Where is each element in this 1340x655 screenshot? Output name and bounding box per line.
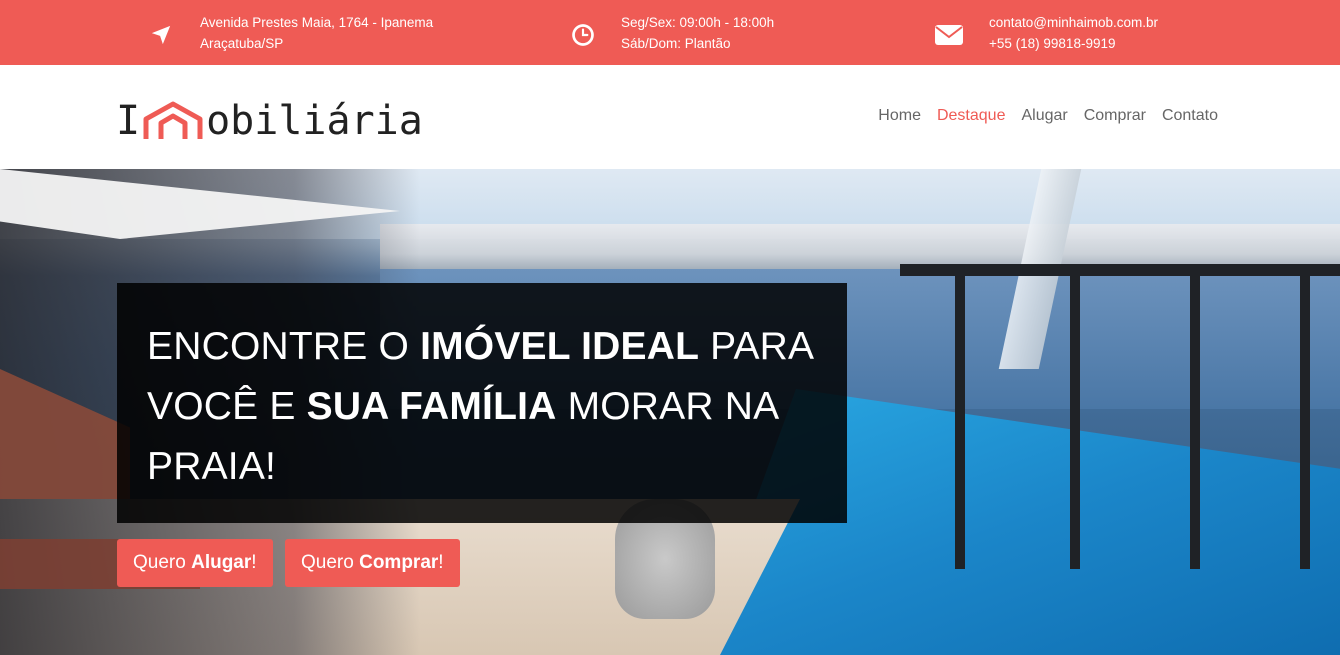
hero-caption: ENCONTRE O IMÓVEL IDEAL PARA VOCÊ E SUA … — [117, 283, 847, 523]
railing-post — [955, 269, 965, 569]
address-block: Avenida Prestes Maia, 1764 - Ipanema Ara… — [146, 12, 433, 54]
hero-caption-line1: ENCONTRE O IMÓVEL IDEAL PARA — [147, 325, 815, 368]
address-line2: Araçatuba/SP — [200, 36, 284, 51]
house-logo-icon — [142, 101, 204, 141]
buy-button[interactable]: Quero Comprar! — [285, 539, 460, 587]
nav-destaque[interactable]: Destaque — [937, 107, 1006, 125]
nav-alugar[interactable]: Alugar — [1021, 107, 1067, 125]
logo-suffix: obiliária — [206, 98, 423, 144]
railing-post — [1190, 269, 1200, 569]
site-header: I obiliária Home Destaque Alugar Comprar… — [0, 65, 1340, 169]
contact-block: contato@minhaimob.com.br +55 (18) 99818-… — [934, 12, 1158, 54]
main-nav: Home Destaque Alugar Comprar Contato — [878, 107, 1218, 125]
hours-weekdays: Seg/Sex: 09:00h - 18:00h — [621, 15, 775, 30]
nav-comprar[interactable]: Comprar — [1084, 107, 1146, 125]
railing-post — [1300, 269, 1310, 569]
logo-prefix: I — [116, 98, 141, 144]
hours-weekend: Sáb/Dom: Plantão — [621, 36, 731, 51]
contact-phone[interactable]: +55 (18) 99818-9919 — [989, 33, 1158, 54]
contact-topbar: Avenida Prestes Maia, 1764 - Ipanema Ara… — [0, 0, 1340, 65]
hero-caption-line2: VOCÊ E SUA FAMÍLIA MORAR NA — [147, 385, 780, 428]
rent-button[interactable]: Quero Alugar! — [117, 539, 273, 587]
hero-banner: ENCONTRE O IMÓVEL IDEAL PARA VOCÊ E SUA … — [0, 169, 1340, 655]
location-arrow-icon — [146, 20, 176, 50]
clock-icon — [568, 20, 598, 50]
hours-block: Seg/Sex: 09:00h - 18:00h Sáb/Dom: Plantã… — [568, 12, 774, 54]
envelope-icon — [934, 20, 964, 50]
hero-railing — [900, 264, 1340, 276]
nav-home[interactable]: Home — [878, 107, 921, 125]
contact-email[interactable]: contato@minhaimob.com.br — [989, 12, 1158, 33]
address-line1: Avenida Prestes Maia, 1764 - Ipanema — [200, 15, 434, 30]
railing-post — [1070, 269, 1080, 569]
site-logo[interactable]: I obiliária — [116, 98, 423, 144]
hero-caption-line3: PRAIA! — [147, 445, 277, 488]
nav-contato[interactable]: Contato — [1162, 107, 1218, 125]
